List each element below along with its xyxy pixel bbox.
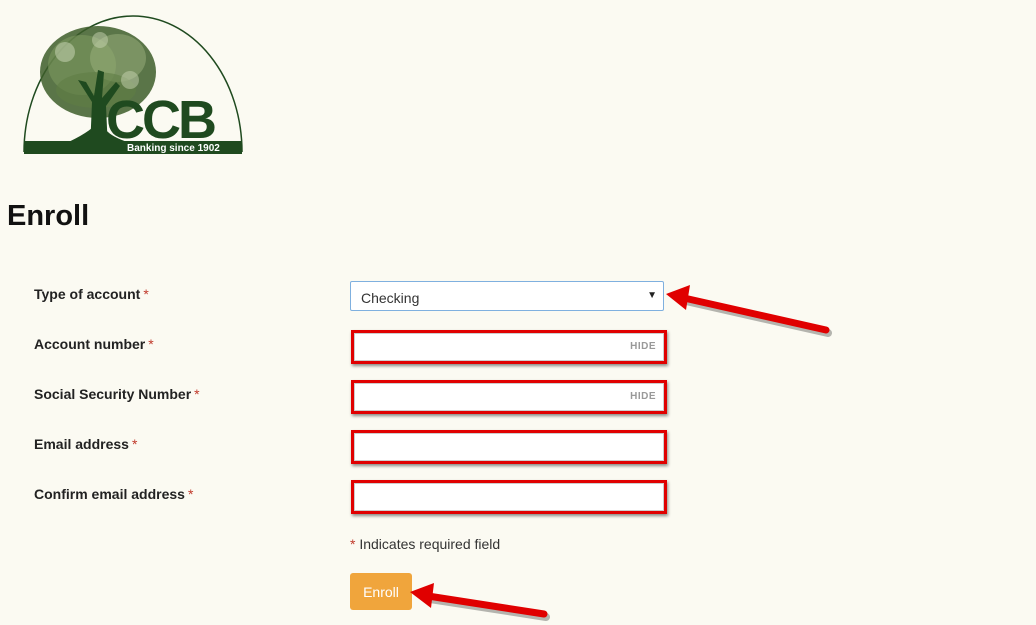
account-type-select[interactable]: Checking ▼ <box>350 281 664 311</box>
page-title: Enroll <box>7 200 90 232</box>
confirm-email-label: Confirm email address * <box>34 486 194 502</box>
account-number-label: Account number * <box>34 336 154 352</box>
required-mark: * <box>350 536 356 552</box>
required-mark: * <box>194 386 200 402</box>
ssn-label: Social Security Number * <box>34 386 200 402</box>
account-type-value: Checking <box>361 290 420 306</box>
email-input[interactable] <box>354 433 664 461</box>
logo-tagline: Banking since 1902 <box>127 143 220 154</box>
required-mark: * <box>148 336 154 352</box>
arrow-icon <box>410 583 550 621</box>
ccb-logo: CCB Banking since 1902 <box>23 15 243 154</box>
required-mark: * <box>187 486 194 502</box>
chevron-down-icon: ▼ <box>647 290 657 301</box>
required-note-text: Indicates required field <box>359 536 501 552</box>
email-label: Email address * <box>34 436 138 452</box>
account-number-hide-toggle[interactable]: HIDE <box>630 341 656 352</box>
arrow-icon <box>666 285 832 337</box>
confirm-email-input[interactable] <box>354 483 664 511</box>
email-field <box>351 430 667 464</box>
ssn-hide-toggle[interactable]: HIDE <box>630 391 656 402</box>
required-mark: * <box>131 436 138 452</box>
ssn-field: HIDE <box>351 380 667 414</box>
required-note: * Indicates required field <box>350 536 500 552</box>
account-number-input[interactable] <box>354 333 664 361</box>
enroll-button[interactable]: Enroll <box>350 573 412 610</box>
required-mark: * <box>143 286 149 302</box>
account-type-label: Type of account * <box>34 286 149 302</box>
ssn-input[interactable] <box>354 383 664 411</box>
account-number-field: HIDE <box>351 330 667 364</box>
confirm-email-field <box>351 480 667 514</box>
